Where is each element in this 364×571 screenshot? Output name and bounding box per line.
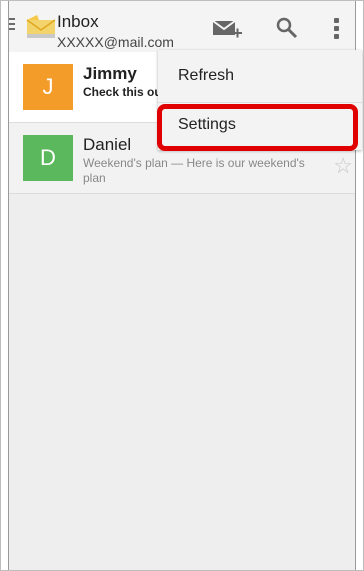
avatar: D [23,135,73,181]
inbox-title: Inbox [57,12,99,31]
account-email: XXXXX@mail.com [57,34,174,50]
drawer-indicator-icon[interactable] [9,18,15,32]
message-snippet: Weekend's plan — Here is our weekend's p… [83,156,305,185]
settings-highlight-box [157,104,358,151]
overflow-menu-icon[interactable] [327,14,347,42]
action-bar: Inbox XXXXX@mail.com [9,0,355,53]
gmail-app-icon[interactable] [25,12,59,40]
menu-item-refresh[interactable]: Refresh [158,54,362,100]
compose-mail-icon[interactable] [209,14,243,42]
avatar: J [23,64,73,110]
search-icon[interactable] [271,14,305,42]
sender-name: Jimmy [83,64,137,83]
star-icon[interactable]: ☆ [333,153,353,179]
menu-item-label: Refresh [178,67,235,84]
sender-name: Daniel [83,135,132,154]
message-snippet: Check this ou [83,85,162,99]
